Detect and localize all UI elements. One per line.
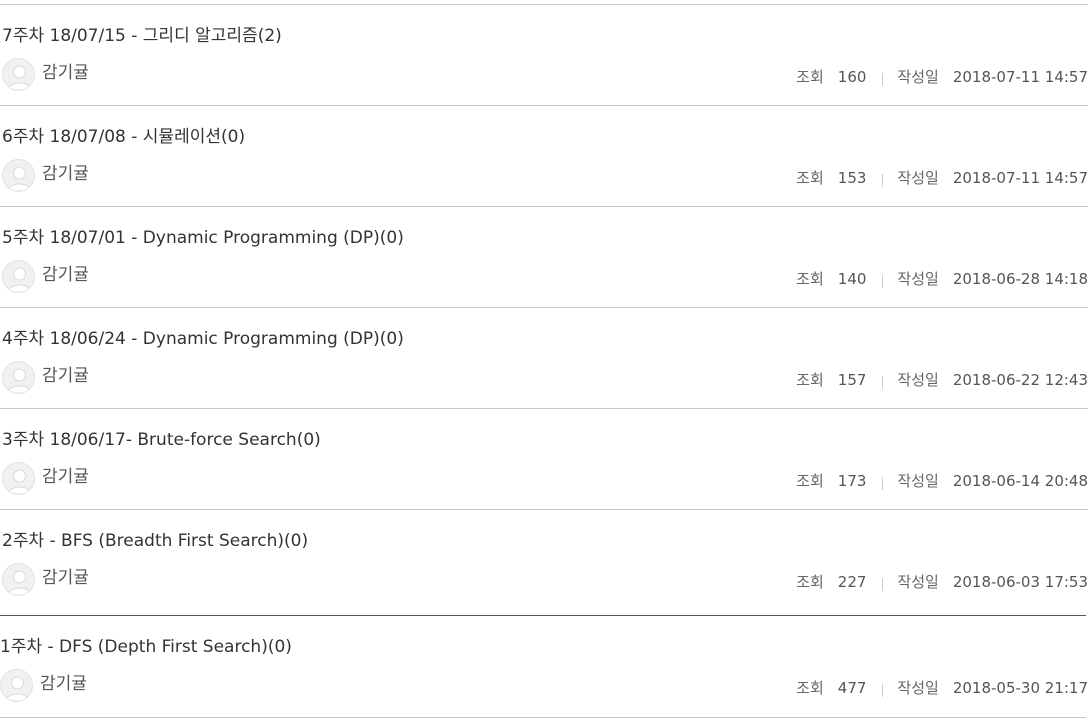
post-date: 2018-06-03 17:53 [952, 573, 1088, 591]
meta-divider [882, 173, 884, 187]
post-title-link[interactable]: 2주차 - BFS (Breadth First Search)(0) [2, 530, 308, 552]
author-name[interactable]: 감기귤 [42, 163, 89, 185]
date-label: 작성일 [897, 573, 939, 591]
views-label: 조회 [796, 472, 824, 490]
avatar [2, 361, 35, 394]
meta-divider [882, 274, 884, 288]
date-label: 작성일 [897, 679, 939, 697]
post-date: 2018-07-11 14:57 [952, 169, 1088, 187]
post-date: 2018-06-22 12:43 [952, 371, 1088, 389]
date-label: 작성일 [897, 68, 939, 86]
post-title-text: 1주차 - DFS (Depth First Search) [0, 637, 268, 657]
views-count: 153 [837, 169, 867, 187]
post-date: 2018-07-11 14:57 [952, 68, 1088, 86]
comment-count: (0) [379, 228, 404, 248]
post-meta: 조회 140 작성일 2018-06-28 14:18 [796, 268, 1088, 290]
views-label: 조회 [796, 371, 824, 389]
default-avatar-icon [5, 676, 30, 701]
author-name[interactable]: 감기귤 [40, 673, 87, 695]
post-item: 3주차 18/06/17- Brute-force Search(0) 감기귤 … [0, 408, 1088, 509]
comment-count: (2) [257, 26, 282, 46]
post-meta: 조회 157 작성일 2018-06-22 12:43 [796, 369, 1088, 391]
comment-count: (0) [379, 329, 404, 349]
post-list: 7주차 18/07/15 - 그리디 알고리즘(2) 감기귤 조회 160 작성… [0, 0, 1090, 721]
post-item: 7주차 18/07/15 - 그리디 알고리즘(2) 감기귤 조회 160 작성… [0, 4, 1088, 105]
post-title-link[interactable]: 3주차 18/06/17- Brute-force Search(0) [2, 429, 321, 451]
post-date: 2018-05-30 21:17 [952, 679, 1088, 697]
post-title-text: 2주차 - BFS (Breadth First Search) [2, 531, 285, 551]
post-date: 2018-06-28 14:18 [952, 270, 1088, 288]
post-item: 6주차 18/07/08 - 시뮬레이션(0) 감기귤 조회 153 작성일 2… [0, 105, 1088, 206]
post-title-text: 7주차 18/07/15 - 그리디 알고리즘 [2, 26, 258, 46]
post-meta: 조회 227 작성일 2018-06-03 17:53 [796, 571, 1088, 593]
views-count: 160 [837, 68, 867, 86]
date-label: 작성일 [897, 270, 939, 288]
views-label: 조회 [796, 68, 824, 86]
post-title-link[interactable]: 5주차 18/07/01 - Dynamic Programming (DP)(… [2, 227, 404, 249]
views-label: 조회 [796, 679, 824, 697]
post-meta: 조회 153 작성일 2018-07-11 14:57 [796, 167, 1088, 189]
post-title-link[interactable]: 6주차 18/07/08 - 시뮬레이션(0) [2, 126, 245, 148]
comment-count: (0) [221, 127, 246, 147]
default-avatar-icon [7, 166, 32, 191]
post-item: 2주차 - BFS (Breadth First Search)(0) 감기귤 … [0, 509, 1088, 610]
views-count: 227 [837, 573, 867, 591]
meta-divider [882, 476, 884, 490]
meta-divider [882, 577, 884, 591]
author-name[interactable]: 감기귤 [42, 365, 89, 387]
comment-count: (0) [267, 637, 292, 657]
views-label: 조회 [796, 169, 824, 187]
views-count: 173 [837, 472, 867, 490]
author-name[interactable]: 감기귤 [42, 264, 89, 286]
post-title-link[interactable]: 4주차 18/06/24 - Dynamic Programming (DP)(… [2, 328, 404, 350]
author-name[interactable]: 감기귤 [42, 466, 89, 488]
date-label: 작성일 [897, 371, 939, 389]
avatar [2, 563, 35, 596]
default-avatar-icon [7, 267, 32, 292]
post-title-link[interactable]: 1주차 - DFS (Depth First Search)(0) [0, 636, 292, 658]
avatar [2, 58, 35, 91]
views-count: 157 [837, 371, 867, 389]
post-meta: 조회 477 작성일 2018-05-30 21:17 [796, 677, 1088, 699]
comment-count: (0) [296, 430, 321, 450]
post-item: 4주차 18/06/24 - Dynamic Programming (DP)(… [0, 307, 1088, 408]
post-title-text: 4주차 18/06/24 - Dynamic Programming (DP) [2, 329, 380, 349]
avatar [0, 669, 33, 702]
avatar [2, 260, 35, 293]
date-label: 작성일 [897, 169, 939, 187]
comment-count: (0) [284, 531, 309, 551]
post-item: 5주차 18/07/01 - Dynamic Programming (DP)(… [0, 206, 1088, 307]
post-title-text: 3주차 18/06/17- Brute-force Search [2, 430, 297, 450]
post-title-text: 5주차 18/07/01 - Dynamic Programming (DP) [2, 228, 380, 248]
views-label: 조회 [796, 270, 824, 288]
meta-divider [882, 683, 884, 697]
default-avatar-icon [7, 368, 32, 393]
views-label: 조회 [796, 573, 824, 591]
avatar [2, 462, 35, 495]
post-title-text: 6주차 18/07/08 - 시뮬레이션 [2, 127, 221, 147]
author-name[interactable]: 감기귤 [42, 567, 89, 589]
meta-divider [882, 72, 884, 86]
post-meta: 조회 160 작성일 2018-07-11 14:57 [796, 66, 1088, 88]
default-avatar-icon [7, 469, 32, 494]
views-count: 477 [837, 679, 867, 697]
views-count: 140 [837, 270, 867, 288]
meta-divider [882, 375, 884, 389]
post-date: 2018-06-14 20:48 [952, 472, 1088, 490]
post-title-link[interactable]: 7주차 18/07/15 - 그리디 알고리즘(2) [2, 25, 282, 47]
post-meta: 조회 173 작성일 2018-06-14 20:48 [796, 470, 1088, 492]
post-item: 1주차 - DFS (Depth First Search)(0) 감기귤 조회… [0, 615, 1088, 718]
avatar [2, 159, 35, 192]
default-avatar-icon [7, 65, 32, 90]
author-name[interactable]: 감기귤 [42, 62, 89, 84]
default-avatar-icon [7, 570, 32, 595]
date-label: 작성일 [897, 472, 939, 490]
